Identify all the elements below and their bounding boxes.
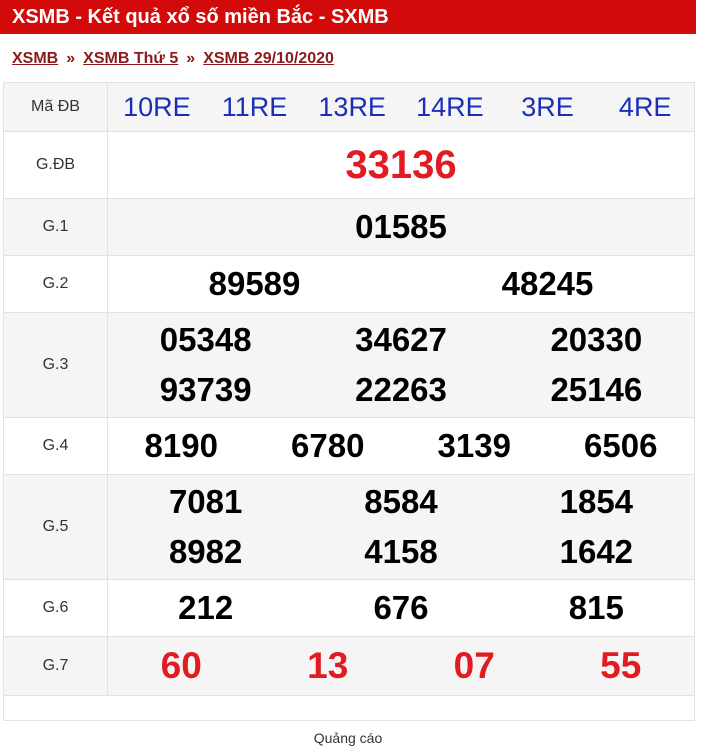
page-title: XSMB - Kết quả xổ số miền Bắc - SXMB — [12, 6, 389, 28]
row-label-g-db: G.ĐB — [3, 131, 108, 199]
table-row-g5: G.5 7081 8584 1854 8982 4158 1642 — [3, 474, 695, 580]
prize-number: 4158 — [364, 533, 438, 570]
prize-number: 7081 — [168, 483, 243, 520]
table-row-ma-db: Mã ĐB 10RE 11RE 13RE 14RE 3RE 4RE — [3, 82, 695, 132]
special-code: 4RE — [618, 91, 672, 122]
special-code: 11RE — [221, 91, 288, 122]
prize-number: 8190 — [144, 427, 218, 464]
page-header: XSMB - Kết quả xổ số miền Bắc - SXMB — [0, 0, 696, 34]
breadcrumb-link-xsmb-thu-5[interactable]: XSMB Thứ 5 — [83, 50, 178, 67]
row-label-g1: G.1 — [3, 198, 108, 256]
row-label-ma-db: Mã ĐB — [3, 82, 108, 132]
row-label-g5: G.5 — [3, 474, 108, 580]
prize-number: 1854 — [559, 483, 634, 520]
prize-number: 8584 — [364, 483, 438, 520]
prize-number: 13 — [307, 645, 349, 686]
table-row-g6: G.6 212 676 815 — [3, 579, 695, 637]
prize-number: 676 — [373, 589, 429, 626]
breadcrumb-separator: » — [66, 50, 76, 67]
prize-number: 05348 — [159, 321, 252, 358]
table-row-g7: G.7 60 13 07 55 — [3, 636, 695, 696]
row-label-g6: G.6 — [3, 579, 108, 637]
special-codes: 10RE 11RE 13RE 14RE 3RE 4RE — [108, 92, 694, 123]
special-code: 3RE — [521, 91, 574, 122]
prize-number: 22263 — [355, 371, 447, 408]
table-row-g3: G.3 05348 34627 20330 93739 22263 25146 — [3, 312, 695, 418]
row-label-g7: G.7 — [3, 636, 108, 696]
breadcrumb-link-xsmb-date[interactable]: XSMB 29/10/2020 — [203, 50, 334, 67]
prize-number: 20330 — [550, 321, 643, 358]
breadcrumb-separator: » — [186, 50, 196, 67]
prize-number: 6780 — [291, 427, 365, 464]
table-row-g2: G.2 89589 48245 — [3, 255, 695, 313]
results-table: Mã ĐB 10RE 11RE 13RE 14RE 3RE 4RE G.ĐB 3… — [3, 82, 695, 721]
row-label-g4: G.4 — [3, 417, 108, 475]
prize-number: 34627 — [355, 321, 447, 358]
breadcrumb: XSMB » XSMB Thứ 5 » XSMB 29/10/2020 — [12, 47, 334, 71]
prize-number: 1642 — [559, 533, 634, 570]
row-label-g3: G.3 — [3, 312, 108, 418]
prize-number: 60 — [160, 645, 202, 686]
special-code: 14RE — [416, 91, 484, 122]
table-row-spacer — [3, 695, 695, 721]
prize-number: 48245 — [501, 265, 594, 302]
special-prize-number: 33136 — [345, 142, 457, 187]
prize-number: 07 — [453, 645, 495, 686]
special-code: 10RE — [123, 91, 191, 122]
prize-number: 3139 — [437, 427, 511, 464]
ads-label: Quảng cáo — [313, 730, 383, 746]
row-label-g2: G.2 — [3, 255, 108, 313]
prize-number: 25146 — [550, 371, 643, 408]
special-code: 13RE — [318, 91, 386, 122]
prize-number: 815 — [568, 589, 624, 626]
table-row-g1: G.1 01585 — [3, 198, 695, 256]
table-row-g-db: G.ĐB 33136 — [3, 131, 695, 199]
prize-number: 8982 — [168, 533, 243, 570]
prize-number: 212 — [178, 589, 234, 626]
prize-number: 6506 — [584, 427, 658, 464]
table-row-g4: G.4 8190 6780 3139 6506 — [3, 417, 695, 475]
prize-number: 89589 — [208, 265, 301, 302]
prize-number: 55 — [600, 645, 642, 686]
breadcrumb-link-xsmb[interactable]: XSMB — [12, 50, 58, 67]
prize-number: 93739 — [159, 371, 252, 408]
prize-number: 01585 — [355, 208, 447, 245]
